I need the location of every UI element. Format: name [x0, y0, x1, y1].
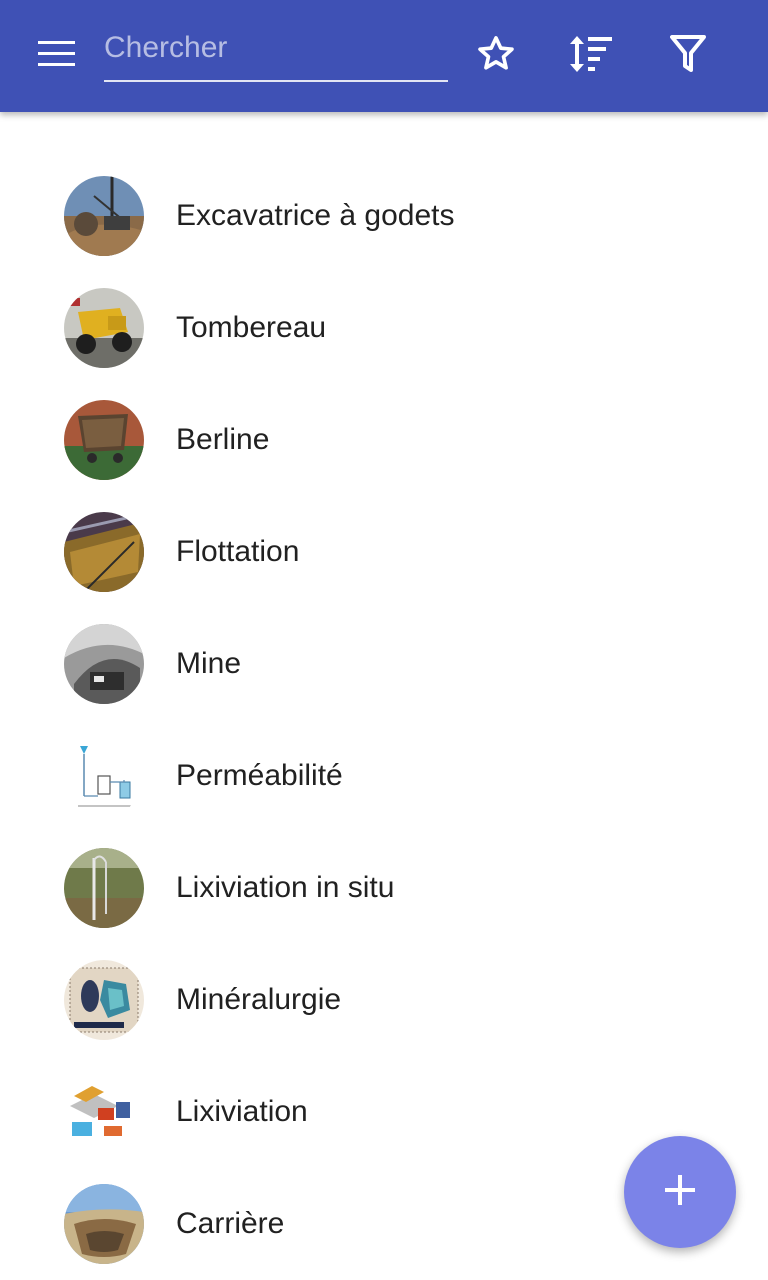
- item-label: Perméabilité: [176, 759, 343, 792]
- list-item[interactable]: Lixiviation in situ: [0, 832, 768, 944]
- star-outline-icon: [474, 32, 518, 81]
- list-item[interactable]: Perméabilité: [0, 720, 768, 832]
- item-label: Minéralurgie: [176, 983, 342, 1016]
- add-button[interactable]: [624, 1136, 736, 1248]
- bucket-wheel-excavator-thumbnail: [64, 176, 144, 256]
- filter-icon: [670, 34, 706, 79]
- menu-button[interactable]: [24, 32, 88, 80]
- mine-tunnel-thumbnail: [64, 624, 144, 704]
- in-situ-leaching-thumbnail: [64, 848, 144, 928]
- list-item[interactable]: Excavatrice à godets: [0, 160, 768, 272]
- dump-truck-thumbnail: [64, 288, 144, 368]
- quarry-thumbnail: [64, 1184, 144, 1264]
- plus-icon: [664, 1174, 696, 1211]
- search-field[interactable]: [104, 22, 448, 82]
- permeability-thumbnail: [64, 736, 144, 816]
- sort-button[interactable]: [563, 28, 619, 84]
- item-label: Excavatrice à godets: [176, 199, 455, 232]
- mineral-stamp-thumbnail: [64, 960, 144, 1040]
- item-label: Tombereau: [176, 311, 327, 344]
- list-item[interactable]: Flottation: [0, 496, 768, 608]
- sort-icon: [568, 34, 614, 79]
- leaching-diagram-thumbnail: [64, 1072, 144, 1152]
- list-item[interactable]: Minéralurgie: [0, 944, 768, 1056]
- item-label: Flottation: [176, 535, 300, 568]
- list-item[interactable]: Tombereau: [0, 272, 768, 384]
- list-item[interactable]: Mine: [0, 608, 768, 720]
- favorites-button[interactable]: [468, 28, 524, 84]
- item-label: Carrière: [176, 1207, 285, 1240]
- item-label: Berline: [176, 423, 270, 456]
- filter-button[interactable]: [660, 28, 716, 84]
- flotation-thumbnail: [64, 512, 144, 592]
- item-label: Mine: [176, 647, 242, 680]
- app-bar: [0, 0, 768, 112]
- list-item[interactable]: Berline: [0, 384, 768, 496]
- hamburger-menu-icon: [38, 40, 76, 73]
- mine-cart-thumbnail: [64, 400, 144, 480]
- item-label: Lixiviation in situ: [176, 871, 395, 904]
- search-input[interactable]: [104, 22, 448, 74]
- item-label: Lixiviation: [176, 1095, 308, 1128]
